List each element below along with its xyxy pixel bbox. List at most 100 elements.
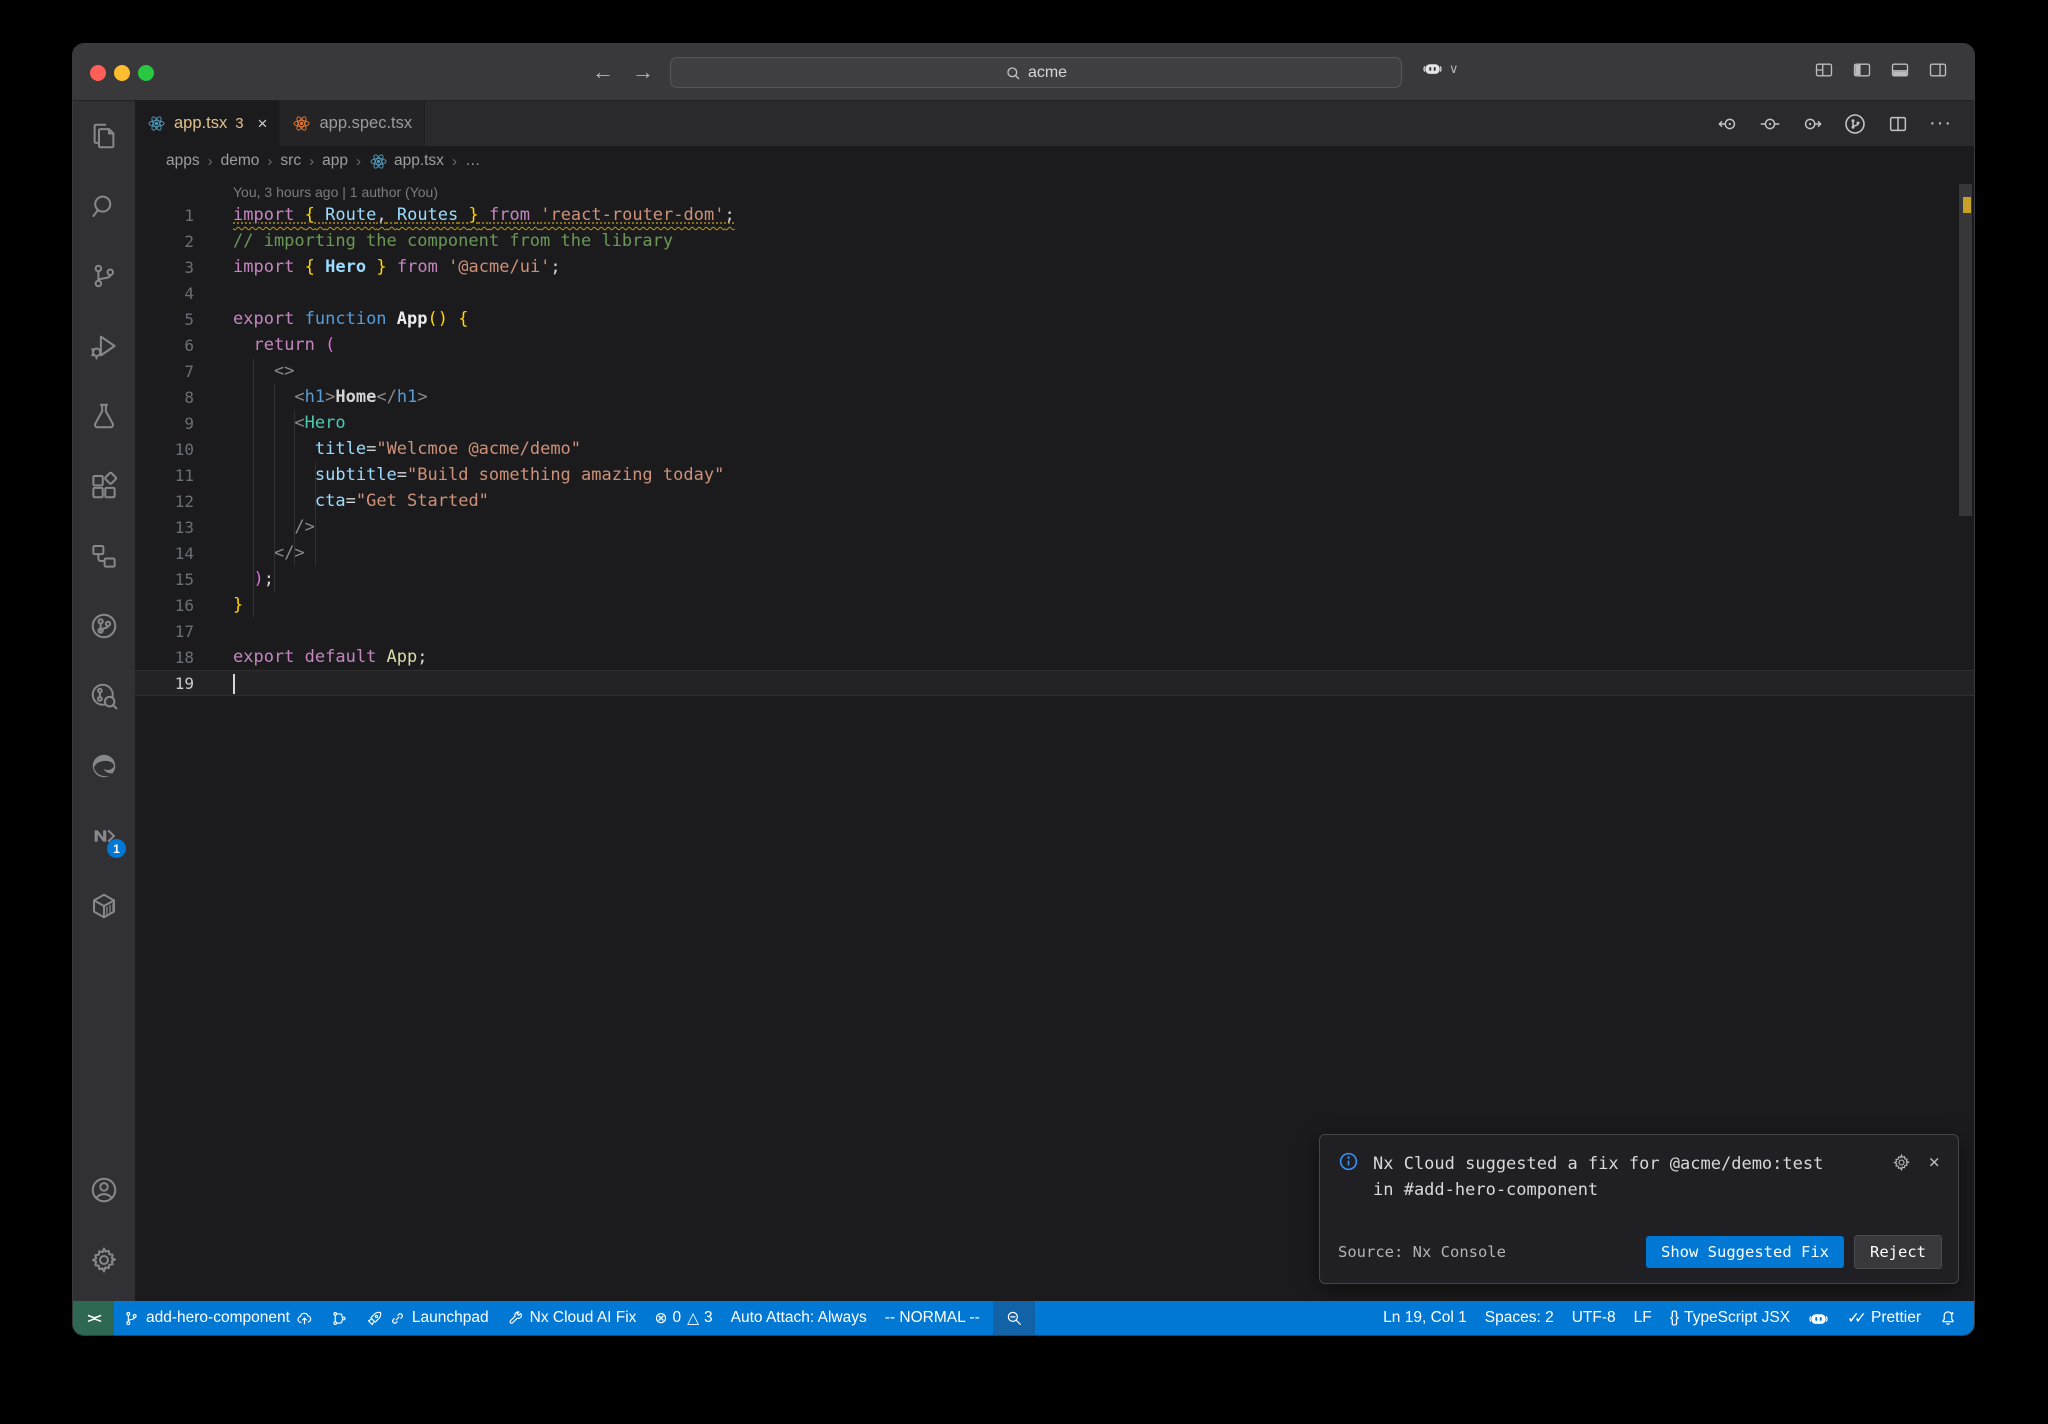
breadcrumb-item[interactable]: demo [221, 152, 260, 170]
go-forward-icon[interactable] [1801, 113, 1823, 135]
glyph: {} [1669, 1309, 1679, 1326]
activity-search-icon[interactable] [73, 171, 135, 241]
label: Prettier [1871, 1309, 1921, 1326]
code-editor[interactable]: You, 3 hours ago | 1 author (You) 1 import… [135, 176, 1974, 1301]
zoom-window-button[interactable] [138, 65, 154, 81]
launchpad-status[interactable]: Launchpad [357, 1301, 498, 1335]
code-line-16[interactable]: 16} [135, 592, 1974, 618]
activity-source-control-icon[interactable] [73, 241, 135, 311]
code-line-4[interactable]: 4 [135, 280, 1974, 306]
code-line-7[interactable]: 7 <> [135, 358, 1974, 384]
minimize-window-button[interactable] [114, 65, 130, 81]
branch-status[interactable]: add-hero-component [114, 1301, 322, 1335]
code-line-6[interactable]: 6 return ( [135, 332, 1974, 358]
code-text: return ( [253, 335, 336, 355]
cursor-position[interactable]: Ln 19, Col 1 [1374, 1301, 1476, 1335]
code-text: title="Welcmoe @acme/demo" [314, 439, 582, 459]
tab-app.spec.tsx[interactable]: app.spec.tsx [280, 101, 426, 146]
line-number: 6 [184, 335, 194, 355]
breadcrumb-item[interactable]: src [280, 152, 301, 170]
breadcrumb-file[interactable]: app.tsx [369, 152, 444, 171]
activity-gitlens-search-icon[interactable] [73, 661, 135, 731]
copilot-icon [1808, 1308, 1829, 1329]
code-line-10[interactable]: 10 title="Welcmoe @acme/demo" [135, 436, 1974, 462]
eol[interactable]: LF [1625, 1301, 1661, 1335]
breadcrumb-more[interactable]: … [465, 152, 481, 170]
activity-run-debug-icon[interactable] [73, 311, 135, 381]
breadcrumb-item[interactable]: app [322, 152, 348, 170]
code-line-18[interactable]: 18 export default App; [135, 644, 1974, 670]
tab-app.tsx[interactable]: app.tsx 3 × [135, 101, 281, 146]
language-mode[interactable]: {} TypeScript JSX [1661, 1301, 1799, 1335]
show-suggested-fix-button[interactable]: Show Suggested Fix [1646, 1236, 1844, 1268]
remote-indicator[interactable]: >< [73, 1301, 114, 1335]
code-line-19[interactable]: 19 [135, 670, 1974, 696]
activity-containers-icon[interactable] [73, 871, 135, 941]
code-text: export default App; [233, 647, 428, 667]
go-back-icon[interactable] [1717, 113, 1739, 135]
notifications-bell[interactable] [1930, 1301, 1966, 1335]
code-line-2[interactable]: 2 // importing the component from the lib… [135, 228, 1974, 254]
navigate-forward-button[interactable]: → [629, 58, 657, 86]
auto-attach-status[interactable]: Auto Attach: Always [722, 1301, 876, 1335]
commit-graph-status[interactable] [322, 1301, 357, 1335]
nx-cloud-ai-fix-status[interactable]: Nx Cloud AI Fix [498, 1301, 646, 1335]
code-line-11[interactable]: 11 subtitle="Build something amazing tod… [135, 462, 1974, 488]
activity-gitlens-icon[interactable] [73, 591, 135, 661]
breadcrumb: apps › demo › src › app › app.tsx ›… [135, 146, 1974, 176]
breadcrumb-separator: › [451, 152, 457, 170]
code-line-17[interactable]: 17 [135, 618, 1974, 644]
indentation[interactable]: Spaces: 2 [1476, 1301, 1563, 1335]
code-line-3[interactable]: 3 import { Hero } from '@acme/ui'; [135, 254, 1974, 280]
label: Auto Attach: Always [730, 1309, 867, 1326]
split-editor-icon[interactable] [1887, 113, 1909, 135]
activity-extensions-icon[interactable] [73, 451, 135, 521]
code-line-9[interactable]: 9 <Hero [135, 410, 1974, 436]
vim-mode-status[interactable]: -- NORMAL -- [876, 1301, 989, 1335]
code-line-5[interactable]: 5 export function App() { [135, 306, 1974, 332]
editor-scrollbar[interactable] [1959, 184, 1972, 516]
customize-layout-icon[interactable] [1814, 60, 1834, 80]
activity-nx-console-icon[interactable]: 1 [73, 801, 135, 871]
code-line-8[interactable]: 8 <h1>Home</h1> [135, 384, 1974, 410]
activity-edge-browser-icon[interactable] [73, 731, 135, 801]
activity-project-graph-icon[interactable] [73, 521, 135, 591]
code-line-13[interactable]: 13 /> [135, 514, 1974, 540]
notification-source: Source: Nx Console [1338, 1243, 1506, 1261]
problems-status[interactable]: ⊗ 0 △ 3 [645, 1301, 721, 1335]
close-window-button[interactable] [90, 65, 106, 81]
copilot-menu[interactable]: ∨ [1422, 58, 1459, 79]
encoding[interactable]: UTF-8 [1563, 1301, 1625, 1335]
go-to-location-icon[interactable] [1759, 113, 1781, 135]
toggle-secondary-sidebar-icon[interactable] [1928, 60, 1948, 80]
line-number: 1 [184, 205, 194, 225]
command-center-search[interactable]: acme [670, 57, 1402, 88]
toggle-primary-sidebar-icon[interactable] [1852, 60, 1872, 80]
activity-testing-icon[interactable] [73, 381, 135, 451]
code-line-1[interactable]: 1 import { Route, Routes } from 'react-ro… [135, 202, 1974, 228]
more-actions-icon[interactable]: ··· [1929, 112, 1952, 135]
code-line-12[interactable]: 12 cta="Get Started" [135, 488, 1974, 514]
activity-accounts-icon[interactable] [73, 1155, 135, 1225]
tab-close-icon[interactable]: × [258, 114, 268, 134]
notification-close-icon[interactable]: × [1929, 1153, 1940, 1172]
notification-settings-gear-icon[interactable] [1892, 1153, 1911, 1172]
breadcrumb-separator: › [309, 152, 315, 170]
toggle-panel-icon[interactable] [1890, 60, 1910, 80]
editor-actions: ··· [1717, 101, 1974, 146]
glyph: △ [687, 1309, 699, 1327]
breadcrumb-item[interactable]: apps [166, 152, 200, 170]
zoom-status[interactable] [992, 1301, 1035, 1335]
line-number: 2 [184, 231, 194, 251]
activity-settings-icon[interactable] [73, 1225, 135, 1295]
formatter-status[interactable]: ✓✓ Prettier [1838, 1301, 1930, 1335]
code-line-15[interactable]: 15 ); [135, 566, 1974, 592]
label: LF [1633, 1309, 1652, 1326]
copilot-status[interactable] [1799, 1301, 1838, 1335]
navigate-back-button[interactable]: ← [589, 58, 617, 86]
code-line-14[interactable]: 14 </> [135, 540, 1974, 566]
reject-button[interactable]: Reject [1854, 1235, 1942, 1269]
commit-graph-icon[interactable] [1843, 112, 1867, 136]
activity-explorer-icon[interactable] [73, 101, 135, 171]
label: Nx Cloud AI Fix [529, 1309, 637, 1326]
